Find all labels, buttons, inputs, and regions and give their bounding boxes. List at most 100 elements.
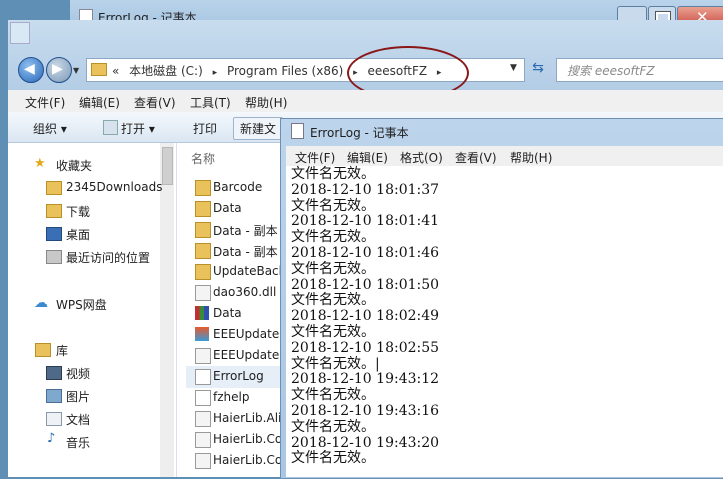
log-line: 文件名无效。 [291, 292, 375, 309]
pictures-icon [46, 389, 62, 403]
log-line: 2018-12-10 18:02:49 [291, 308, 440, 325]
search-placeholder: 搜索 eeesoftFZ [567, 64, 655, 78]
dll-file-icon [195, 285, 211, 301]
file-row[interactable]: UpdateBack [213, 264, 286, 278]
log-line: 2018-12-10 18:01:50 [291, 276, 440, 293]
menu-tools[interactable]: 工具(T) [190, 94, 231, 111]
documents-icon [46, 412, 62, 426]
breadcrumb-overflow[interactable]: « [112, 64, 119, 78]
library-icon [35, 343, 51, 357]
notepad-menu-help[interactable]: 帮助(H) [510, 149, 552, 166]
file-row[interactable]: Data - 副本 [213, 222, 278, 239]
file-row[interactable]: HaierLib.Ali [213, 411, 281, 425]
nav-item-downloads[interactable]: 下载 [66, 203, 90, 220]
log-line: 文件名无效。 [291, 387, 375, 404]
log-line: 文件名无效。 [291, 450, 375, 467]
organize-button[interactable]: 组织 ▾ [33, 120, 67, 137]
nav-item-pictures[interactable]: 图片 [66, 388, 90, 405]
file-row[interactable]: Data [213, 306, 242, 320]
nav-item-videos[interactable]: 视频 [66, 365, 90, 382]
file-row[interactable]: Barcode [213, 180, 262, 194]
nav-item-desktop[interactable]: 桌面 [66, 226, 90, 243]
print-button[interactable]: 打印 [193, 120, 217, 137]
folder-icon [195, 201, 211, 217]
forward-button[interactable]: ▶ [46, 57, 72, 83]
log-line: 文件名无效。 [291, 323, 375, 340]
file-row[interactable]: Data - 副本 [213, 243, 278, 260]
dll-file-icon [195, 432, 211, 448]
file-row-errorlog[interactable]: ErrorLog [213, 369, 264, 383]
log-line: 2018-12-10 19:43:16 [291, 402, 440, 419]
config-file-icon [195, 348, 211, 364]
cloud-icon: ☁ [34, 295, 48, 311]
folder-icon [91, 63, 107, 76]
log-line: 文件名无效。 [291, 229, 375, 246]
log-line: 文件名无效。 [291, 418, 375, 435]
help-file-icon [195, 390, 211, 406]
library-header[interactable]: 库 [56, 342, 68, 359]
folder-icon [195, 222, 211, 238]
log-line: 文件名无效。 [291, 197, 375, 214]
exe-file-icon [195, 327, 209, 341]
folder-icon [46, 181, 62, 195]
address-dropdown-icon[interactable]: ▼ [510, 63, 517, 73]
file-row[interactable]: fzhelp [213, 390, 249, 404]
recent-pages-dropdown-icon[interactable]: ▼ [73, 66, 79, 75]
file-row[interactable]: EEEUpdate [213, 327, 279, 341]
scroll-thumb[interactable] [162, 147, 173, 185]
video-icon [46, 366, 62, 380]
menu-help[interactable]: 帮助(H) [245, 94, 287, 111]
log-line: 文件名无效。| [291, 355, 380, 372]
explorer-window-icon [10, 22, 30, 44]
notepad-icon [291, 123, 304, 139]
log-line: 2018-12-10 18:02:55 [291, 339, 440, 356]
folder-icon [195, 180, 211, 196]
nav-item-wps-cloud[interactable]: WPS网盘 [56, 296, 107, 313]
new-folder-button[interactable]: 新建文 [233, 117, 284, 140]
desktop-icon [46, 227, 62, 241]
music-icon: ♪ [47, 431, 56, 446]
file-row[interactable]: Data [213, 201, 242, 215]
folder-icon [195, 243, 211, 259]
star-icon: ★ [34, 156, 46, 171]
text-file-icon [195, 369, 211, 385]
breadcrumb-drive[interactable]: 本地磁盘 (C:) [129, 64, 203, 78]
notepad-menu-format[interactable]: 格式(O) [400, 149, 443, 166]
open-button[interactable]: 打开 ▾ [121, 120, 155, 137]
column-header-name[interactable]: 名称 [191, 150, 215, 167]
folder-icon [195, 264, 211, 280]
notepad-menu-file[interactable]: 文件(F) [295, 149, 335, 166]
open-icon [103, 120, 118, 135]
notepad-menu-edit[interactable]: 编辑(E) [347, 149, 388, 166]
file-row[interactable]: HaierLib.Co [213, 432, 282, 446]
refresh-icon[interactable]: ⇆ [529, 60, 547, 78]
breadcrumb-separator[interactable]: ▸ [213, 68, 218, 78]
file-row[interactable]: HaierLib.Co [213, 453, 282, 467]
nav-item-documents[interactable]: 文档 [66, 411, 90, 428]
menu-view[interactable]: 查看(V) [134, 94, 176, 111]
log-line: 2018-12-10 19:43:20 [291, 434, 440, 451]
log-line: 2018-12-10 18:01:41 [291, 213, 440, 230]
menu-file[interactable]: 文件(F) [25, 94, 65, 111]
notepad-menu-view[interactable]: 查看(V) [455, 149, 497, 166]
nav-item-recent-places[interactable]: 最近访问的位置 [66, 249, 150, 266]
back-button[interactable]: ◀ [18, 57, 44, 83]
file-row[interactable]: dao360.dll [213, 285, 276, 299]
breadcrumb-program-files[interactable]: Program Files (x86) [227, 64, 343, 78]
dll-file-icon [195, 453, 211, 469]
back-arrow-icon: ◀ [24, 61, 35, 77]
nav-item-music[interactable]: 音乐 [66, 434, 90, 451]
dll-file-icon [195, 411, 211, 427]
log-line: 2018-12-10 18:01:37 [291, 181, 440, 198]
downloads-icon [46, 204, 62, 218]
menu-edit[interactable]: 编辑(E) [79, 94, 120, 111]
notepad-title: ErrorLog - 记事本 [310, 126, 409, 140]
favorites-header[interactable]: 收藏夹 [56, 157, 92, 174]
nav-item-2345downloads[interactable]: 2345Downloads [66, 180, 162, 194]
archive-file-icon [195, 306, 209, 320]
forward-arrow-icon: ▶ [52, 61, 63, 77]
log-line: 2018-12-10 19:43:12 [291, 371, 440, 388]
file-row[interactable]: EEEUpdate. [213, 348, 283, 362]
log-line: 文件名无效。 [291, 166, 375, 182]
log-content[interactable]: 文件名无效。 2018-12-10 18:01:37 文件名无效。 2018-12-1… [291, 166, 440, 467]
